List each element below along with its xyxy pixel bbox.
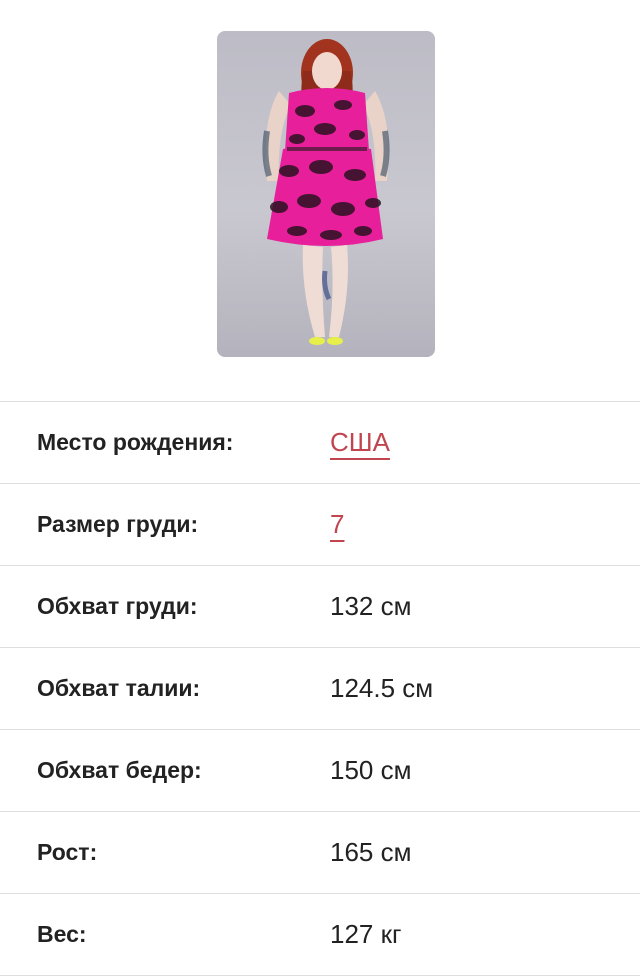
attributes-table: Место рождения: США Размер груди: 7 Обхв… [0, 401, 640, 976]
attribute-row-hips: Обхват бедер: 150 см [0, 730, 640, 812]
attribute-row-weight: Вес: 127 кг [0, 894, 640, 976]
attribute-row-height: Рост: 165 см [0, 812, 640, 894]
attribute-value: 124.5 см [330, 673, 434, 703]
model-photo[interactable] [217, 31, 435, 357]
attribute-label: Обхват груди: [37, 593, 198, 619]
attribute-row-waist: Обхват талии: 124.5 см [0, 648, 640, 730]
attribute-label: Обхват талии: [37, 675, 201, 701]
attribute-label: Место рождения: [37, 429, 234, 455]
birthplace-link[interactable]: США [330, 427, 390, 457]
attribute-label: Вес: [37, 921, 87, 947]
attribute-value: 127 кг [330, 919, 402, 949]
attribute-label: Рост: [37, 839, 98, 865]
attribute-value: 132 см [330, 591, 412, 621]
attribute-row-bust: Обхват груди: 132 см [0, 566, 640, 648]
attribute-value-link[interactable]: 7 [330, 484, 344, 565]
attribute-row-breast-size: Размер груди: 7 [0, 484, 640, 566]
attribute-label: Размер груди: [37, 511, 199, 537]
attribute-label: Обхват бедер: [37, 757, 202, 783]
breast-size-link[interactable]: 7 [330, 509, 344, 539]
attribute-value: 150 см [330, 755, 412, 785]
attribute-row-birthplace: Место рождения: США [0, 402, 640, 484]
attribute-value: 165 см [330, 837, 412, 867]
attribute-value-link[interactable]: США [330, 402, 390, 483]
model-photo-image [262, 39, 390, 345]
